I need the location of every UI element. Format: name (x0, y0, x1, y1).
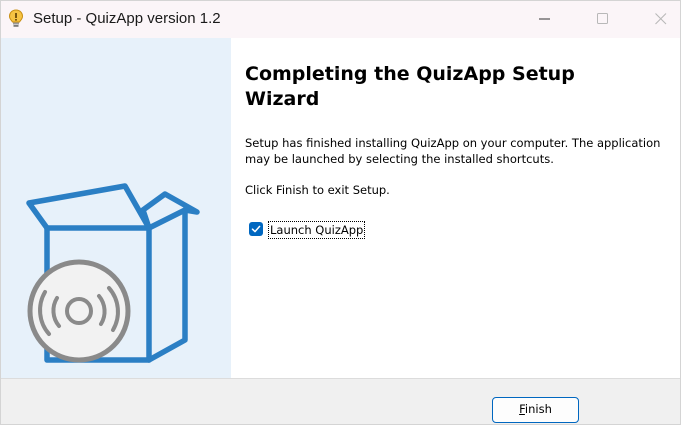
button-bar: Finish (1, 378, 680, 424)
launch-checkbox-label[interactable]: Launch QuizApp (268, 221, 366, 239)
launch-checkbox[interactable] (249, 222, 263, 236)
minimize-button[interactable] (522, 1, 568, 37)
window-title: Setup - QuizApp version 1.2 (33, 10, 221, 27)
title-bar[interactable]: Setup - QuizApp version 1.2 (1, 1, 680, 38)
close-icon (655, 13, 667, 25)
minimize-icon (539, 18, 550, 20)
finish-button[interactable]: Finish (492, 397, 579, 423)
maximize-button[interactable] (580, 1, 626, 37)
close-button[interactable] (638, 1, 681, 37)
finish-label-rest: inish (524, 402, 552, 416)
setup-window: Setup - QuizApp version 1.2 Completing t… (0, 0, 681, 425)
page-title: Completing the QuizApp Setup Wizard (245, 63, 575, 110)
wizard-sidebar-image (1, 38, 231, 378)
exit-instruction: Click Finish to exit Setup. (245, 183, 390, 197)
software-box-disc-icon (26, 183, 200, 363)
checkmark-icon (251, 225, 261, 233)
wizard-content: Completing the QuizApp Setup Wizard Setu… (231, 38, 680, 378)
maximize-icon (597, 13, 608, 24)
lightbulb-icon (8, 9, 24, 29)
finish-description: Setup has finished installing QuizApp on… (245, 136, 661, 166)
